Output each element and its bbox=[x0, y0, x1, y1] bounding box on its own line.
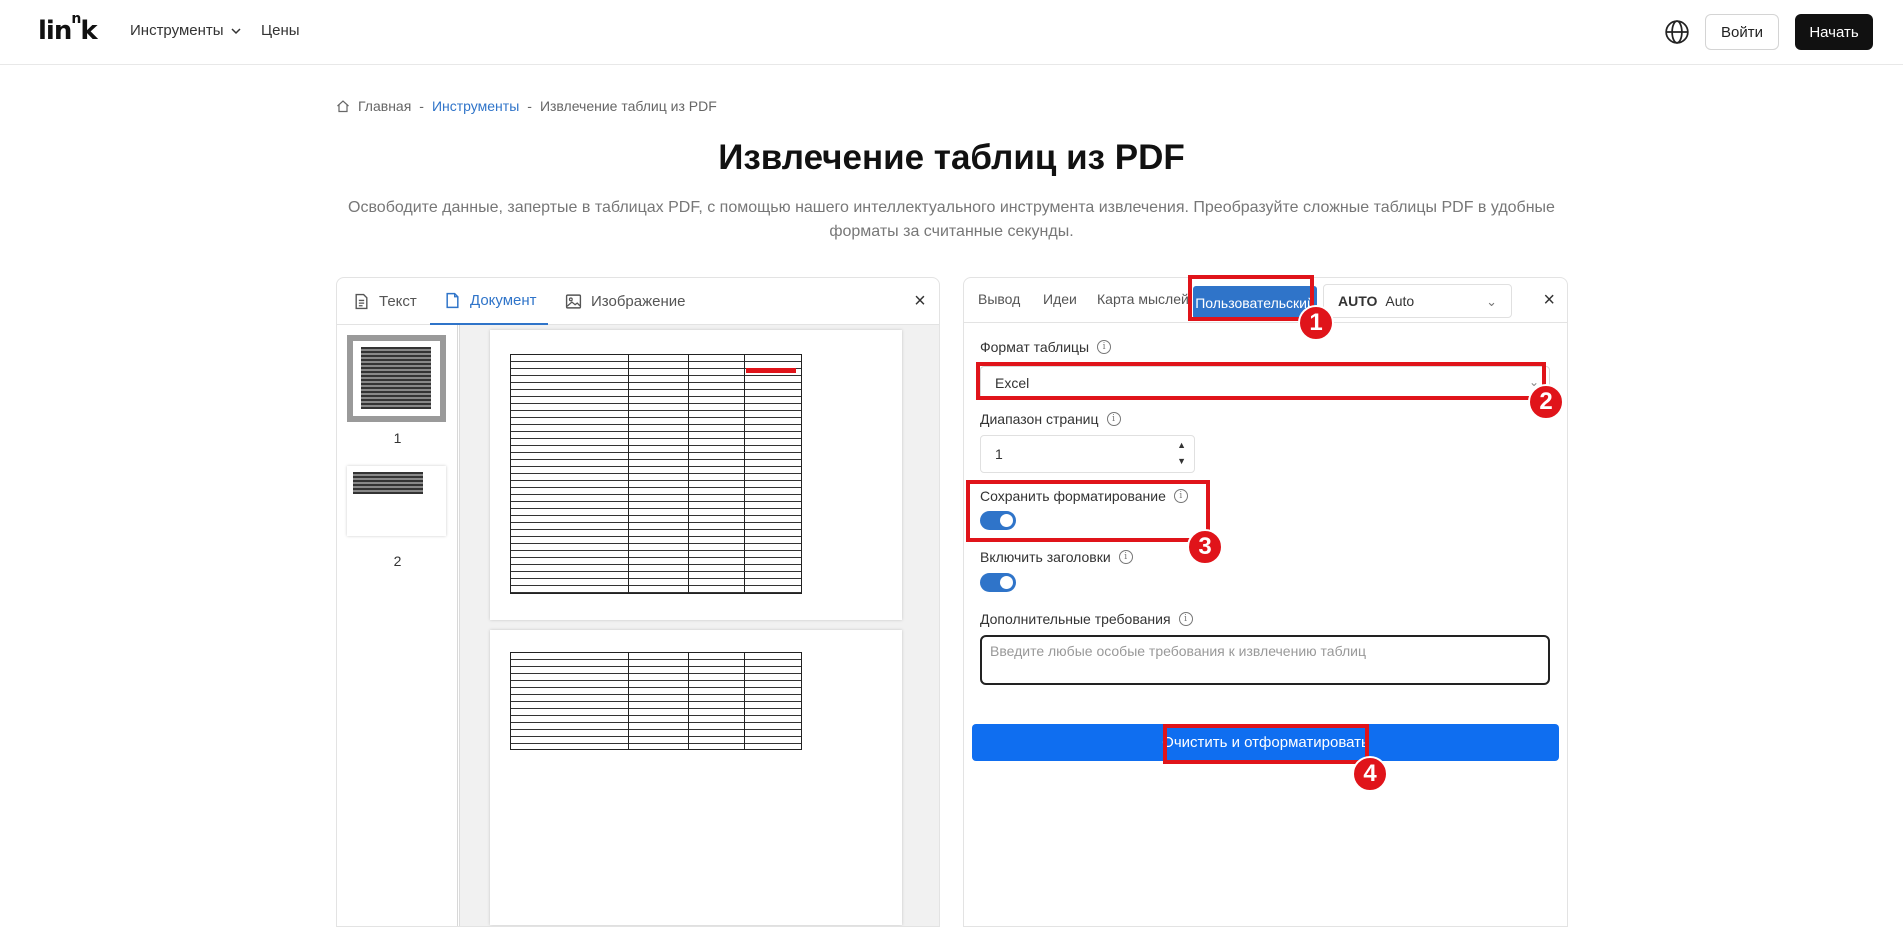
extra-label-text: Дополнительные требования bbox=[980, 611, 1171, 627]
thumbnail-page-1[interactable] bbox=[347, 335, 446, 422]
tab-text-label: Текст bbox=[379, 293, 417, 310]
tab-text[interactable]: Текст bbox=[353, 278, 417, 325]
nav-prices-link[interactable]: Цены bbox=[261, 22, 300, 39]
extra-label: Дополнительные требования i bbox=[980, 611, 1193, 627]
logo[interactable]: linnk bbox=[38, 11, 98, 46]
model-select[interactable]: AUTO Auto ⌄ bbox=[1323, 284, 1512, 318]
increment-icon[interactable]: ▲ bbox=[1177, 440, 1186, 450]
info-icon[interactable]: i bbox=[1178, 612, 1193, 626]
preview-page-2 bbox=[490, 630, 902, 925]
document-viewer-panel: Текст Документ Изображение × 1 2 bbox=[336, 277, 940, 927]
login-button[interactable]: Войти bbox=[1705, 14, 1779, 50]
nav-tools-label: Инструменты bbox=[130, 22, 224, 39]
tab-document-label: Документ bbox=[470, 292, 537, 309]
page-range-value: 1 bbox=[995, 446, 1003, 462]
top-header: linnk Инструменты Цены Войти Начать bbox=[0, 0, 1903, 65]
home-icon bbox=[337, 100, 349, 113]
start-button[interactable]: Начать bbox=[1795, 14, 1873, 50]
chevron-down-icon: ⌄ bbox=[1486, 294, 1497, 309]
tab-ideas[interactable]: Идеи bbox=[1043, 291, 1077, 307]
range-label-text: Диапазон страниц bbox=[980, 411, 1099, 427]
page-subtitle: Освободите данные, запертые в таблицах P… bbox=[348, 199, 1555, 240]
breadcrumb-current: Извлечение таблиц из PDF bbox=[539, 98, 717, 114]
model-select-value: Auto bbox=[1385, 293, 1415, 309]
tab-output[interactable]: Вывод bbox=[978, 291, 1020, 307]
extra-requirements-textarea[interactable]: Введите любые особые требования к извлеч… bbox=[980, 635, 1550, 685]
page-range-input[interactable]: 1 ▲ ▼ bbox=[980, 435, 1195, 473]
close-icon[interactable]: × bbox=[1543, 289, 1555, 312]
thumbnail-page-2[interactable] bbox=[347, 466, 446, 536]
tab-image[interactable]: Изображение bbox=[565, 278, 686, 325]
chevron-down-icon bbox=[231, 27, 241, 34]
format-label-text: Формат таблицы bbox=[980, 339, 1090, 355]
thumbnail-number: 2 bbox=[393, 553, 402, 569]
annotation-box-2 bbox=[976, 362, 1546, 400]
breadcrumb-separator: - bbox=[527, 98, 532, 114]
close-icon[interactable]: × bbox=[909, 290, 931, 312]
nav-tools-menu[interactable]: Инструменты bbox=[130, 22, 242, 39]
annotation-marker-3: 3 bbox=[1187, 529, 1223, 565]
viewer-tabs: Текст Документ Изображение × bbox=[337, 278, 939, 325]
breadcrumb-tools[interactable]: Инструменты bbox=[432, 98, 519, 114]
annotation-box-3 bbox=[966, 480, 1210, 542]
annotation-box-4 bbox=[1163, 724, 1369, 764]
tab-mindmap[interactable]: Карта мыслей bbox=[1097, 291, 1189, 307]
preview-page-1 bbox=[490, 330, 902, 620]
document-icon bbox=[446, 292, 459, 309]
tab-document[interactable]: Документ bbox=[430, 278, 548, 325]
page-thumbnails: 1 2 bbox=[337, 325, 458, 926]
breadcrumb: Главная - Инструменты - Извлечение табли… bbox=[336, 98, 717, 114]
range-label: Диапазон страниц i bbox=[980, 411, 1121, 427]
info-icon[interactable]: i bbox=[1106, 412, 1121, 426]
info-icon[interactable]: i bbox=[1118, 550, 1133, 564]
annotation-box-1 bbox=[1188, 275, 1314, 321]
image-icon bbox=[565, 294, 582, 309]
breadcrumb-home[interactable]: Главная bbox=[358, 98, 411, 114]
text-file-icon bbox=[355, 293, 368, 310]
model-select-badge: AUTO bbox=[1338, 293, 1378, 309]
info-icon[interactable]: i bbox=[1097, 340, 1112, 354]
thumbnail-number: 1 bbox=[393, 430, 402, 446]
tab-image-label: Изображение bbox=[591, 293, 686, 310]
document-preview bbox=[459, 325, 939, 926]
page-title: Извлечение таблиц из PDF bbox=[718, 138, 1185, 177]
format-label: Формат таблицы i bbox=[980, 339, 1112, 355]
headers-toggle[interactable] bbox=[980, 573, 1016, 592]
annotation-marker-1: 1 bbox=[1298, 305, 1334, 341]
globe-icon[interactable] bbox=[1664, 19, 1690, 45]
decrement-icon[interactable]: ▼ bbox=[1177, 456, 1186, 466]
annotation-marker-4: 4 bbox=[1352, 756, 1388, 792]
annotation-marker-2: 2 bbox=[1528, 384, 1564, 420]
breadcrumb-separator: - bbox=[419, 98, 424, 114]
headers-label-text: Включить заголовки bbox=[980, 549, 1111, 565]
headers-label: Включить заголовки i bbox=[980, 549, 1133, 565]
